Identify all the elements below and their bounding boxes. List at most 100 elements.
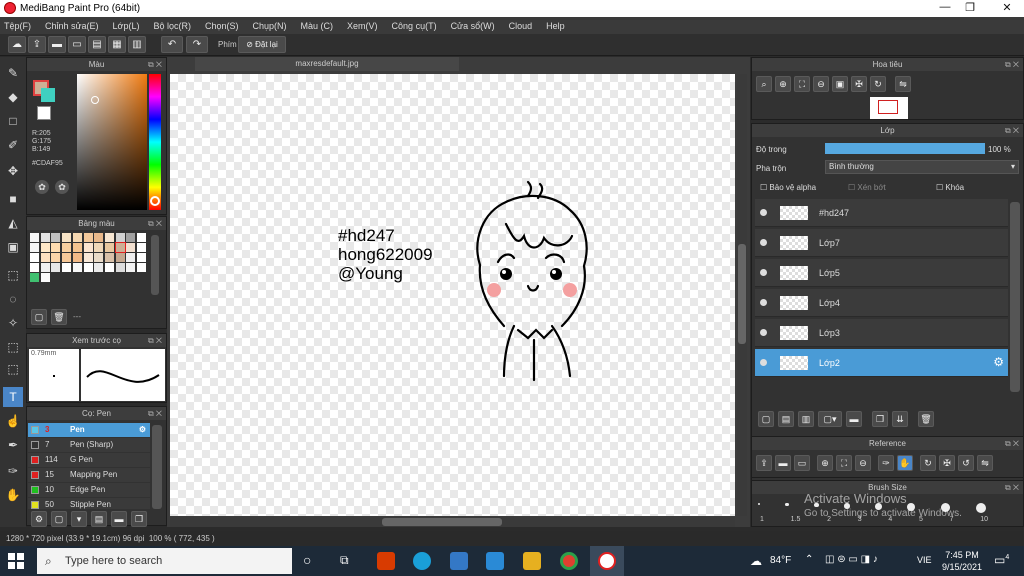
brush-copy-icon[interactable]: ▤ — [91, 511, 107, 527]
notification-icon[interactable]: ▭4 — [994, 553, 1009, 567]
brush-dropdown-icon[interactable]: ▾ — [71, 511, 87, 527]
palette-swatch[interactable] — [137, 233, 146, 242]
grid-icon[interactable]: ▦ — [108, 36, 126, 53]
new-brush-icon[interactable]: ▢ — [51, 511, 67, 527]
brush-list-item[interactable]: 50 Stipple Pen — [28, 498, 150, 509]
eye-icon[interactable] — [760, 329, 767, 336]
reference-fit-icon[interactable]: ⛶ — [836, 455, 852, 471]
palette-swatch[interactable] — [126, 253, 136, 262]
reference-picker-icon[interactable]: ✑ — [878, 455, 894, 471]
zoom-out-icon[interactable]: ⊖ — [813, 76, 829, 92]
palette-swatch[interactable] — [51, 263, 61, 272]
mail-icon[interactable] — [486, 552, 504, 570]
magic-wand-icon[interactable]: ✧ — [3, 313, 23, 333]
cortana-icon[interactable]: ○ — [303, 552, 311, 568]
layer-row[interactable]: #hd247 — [755, 199, 1008, 227]
eraser-tool-icon[interactable]: ◆ — [3, 87, 23, 107]
menu-edit[interactable]: Chỉnh sửa(E) — [45, 21, 99, 31]
canvas-hscroll[interactable] — [170, 517, 735, 527]
blur-tool-icon[interactable]: ✒ — [3, 435, 23, 455]
palette-scrollbar[interactable] — [151, 235, 159, 295]
dot-tool-icon[interactable]: ✐ — [3, 135, 23, 155]
reference-hand-icon[interactable]: ✋ — [897, 455, 913, 471]
select-pen-icon[interactable]: ⬚ — [3, 337, 23, 357]
palette-swatch[interactable] — [72, 263, 82, 272]
layer-folder-icon[interactable]: ▬ — [846, 411, 862, 427]
add-palette-icon[interactable]: ▢ — [31, 309, 47, 325]
fill-rect-tool-icon[interactable]: ■ — [3, 189, 23, 209]
operation-tool-icon[interactable]: ☝ — [3, 411, 23, 431]
menu-help[interactable]: Help — [546, 21, 565, 31]
redo-icon[interactable]: ↷ — [186, 36, 208, 53]
palette-swatch[interactable] — [94, 263, 104, 272]
brush-tool-icon[interactable]: ✎ — [3, 63, 23, 83]
hue-slider[interactable] — [149, 74, 161, 210]
windows-start-icon[interactable] — [8, 553, 24, 569]
brush-list-item[interactable]: 114 G Pen — [28, 453, 150, 467]
zoom-icon[interactable]: ⌕ — [756, 76, 772, 92]
chat-icon[interactable]: ▬ — [48, 36, 66, 53]
reference-fit-window-icon[interactable]: ✠ — [939, 455, 955, 471]
eye-icon[interactable] — [760, 269, 767, 276]
palette-swatch[interactable] — [40, 233, 50, 242]
palette-add-icon[interactable]: ✿ — [55, 180, 69, 194]
brush-size-dot[interactable] — [758, 503, 760, 505]
menu-select[interactable]: Chọn(S) — [205, 21, 239, 31]
palette-swatch[interactable] — [104, 233, 114, 242]
upload-icon[interactable]: ⇪ — [28, 36, 46, 53]
palette-swatch[interactable] — [83, 243, 93, 252]
palette-swatch[interactable] — [62, 263, 72, 272]
tray-chevron-icon[interactable]: ⌃ — [805, 554, 813, 565]
palette-swatch[interactable] — [137, 243, 146, 252]
taskbar-search[interactable]: ⌕ Type here to search — [37, 548, 292, 574]
tray-icons[interactable]: ◫ ⊜ ▭ ◨ ♪ — [825, 554, 878, 565]
menu-file[interactable]: Tệp(F) — [4, 21, 31, 31]
color-picker-cursor[interactable] — [91, 96, 99, 104]
eyedropper-tool-icon[interactable]: ✑ — [3, 461, 23, 481]
weather-icon[interactable]: ☁ — [750, 554, 762, 568]
hand-tool-icon[interactable]: ✋ — [3, 485, 23, 505]
reference-zoom-in-icon[interactable]: ⊕ — [817, 455, 833, 471]
canvas-hscroll-thumb[interactable] — [382, 518, 502, 526]
cloud-icon[interactable]: ☁ — [8, 36, 26, 53]
duplicate-layer-icon[interactable]: ❐ — [872, 411, 888, 427]
language-indicator[interactable]: VIE — [917, 555, 932, 565]
panel-menu-icon[interactable]: ⧉ ✕ — [1005, 124, 1019, 137]
eye-icon[interactable] — [760, 239, 767, 246]
palette-swatch[interactable] — [51, 253, 61, 262]
palette-swatch[interactable] — [51, 243, 61, 252]
page-icon[interactable]: ▤ — [88, 36, 106, 53]
palette-swatch[interactable] — [104, 263, 114, 272]
palette-swatch[interactable] — [62, 243, 72, 252]
reference-zoom-out-icon[interactable]: ⊖ — [855, 455, 871, 471]
zoom-in-icon[interactable]: ⊕ — [775, 76, 791, 92]
brush-duplicate-icon[interactable]: ❐ — [131, 511, 147, 527]
eye-icon[interactable] — [760, 359, 767, 366]
palette-swatch[interactable] — [126, 233, 136, 242]
bucket-tool-icon[interactable]: ◭ — [3, 213, 23, 233]
palette-swatch[interactable] — [115, 253, 125, 262]
move-tool-icon[interactable]: ✥ — [3, 161, 23, 181]
palette-swatch[interactable] — [40, 263, 50, 272]
transparent-swatch[interactable] — [37, 106, 51, 120]
select-tool-icon[interactable]: ⬚ — [3, 265, 23, 285]
palette-swatch[interactable] — [83, 233, 93, 242]
clipping-checkbox[interactable]: ☐ Xén bớt — [848, 183, 886, 192]
panel-icon[interactable]: ▥ — [128, 36, 146, 53]
store-icon[interactable] — [450, 552, 468, 570]
palette-swatch[interactable] — [30, 263, 39, 272]
canvas-vscroll[interactable] — [737, 74, 747, 516]
lasso-tool-icon[interactable]: ◌ — [3, 289, 23, 309]
panel-menu-icon[interactable]: ⧉ ✕ — [148, 217, 162, 230]
brush-list-scrollbar[interactable] — [152, 425, 162, 509]
saturation-value-picker[interactable] — [77, 74, 147, 210]
palette-swatch[interactable] — [94, 253, 104, 262]
palette-swatch[interactable] — [104, 253, 114, 262]
comment-icon[interactable]: ▭ — [68, 36, 86, 53]
file-explorer-icon[interactable] — [523, 552, 541, 570]
text-tool-icon[interactable]: T — [3, 387, 23, 407]
actual-size-icon[interactable]: ▣ — [832, 76, 848, 92]
merge-layer-icon[interactable]: ⇊ — [892, 411, 908, 427]
palette-swatch[interactable] — [30, 243, 39, 252]
layer-row[interactable]: Lớp4 — [755, 289, 1008, 317]
